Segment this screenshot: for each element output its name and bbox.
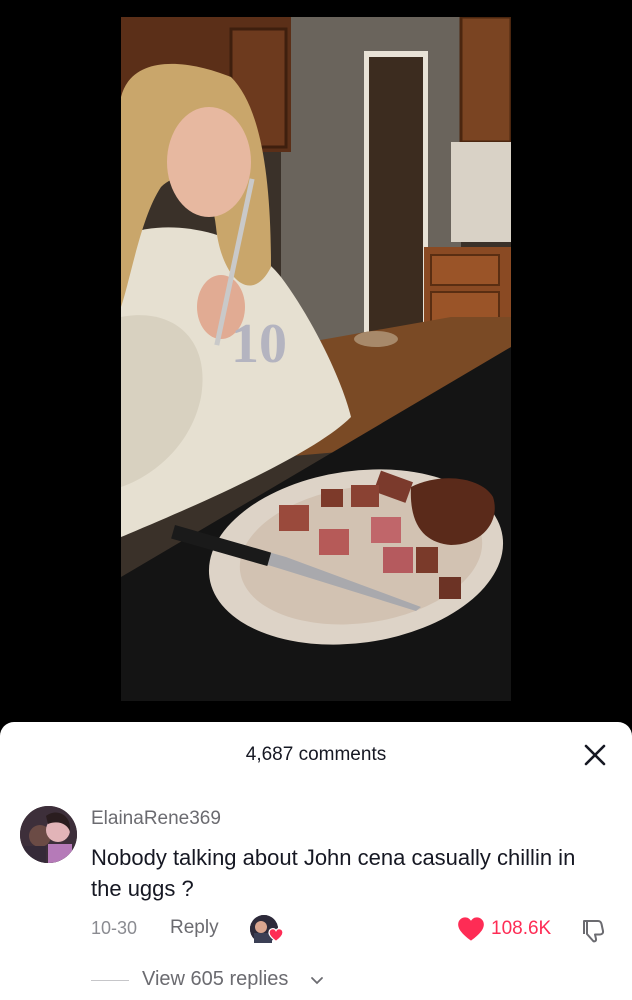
- like-count: 108.6K: [491, 918, 552, 939]
- chevron-down-icon: [310, 973, 324, 991]
- avatar[interactable]: [20, 806, 77, 863]
- comment-text: Nobody talking about John cena casually …: [91, 845, 576, 901]
- close-icon[interactable]: [582, 742, 608, 768]
- replies-divider: [91, 980, 129, 981]
- svg-text:10: 10: [231, 313, 287, 375]
- comment-date: 10-30: [91, 918, 138, 938]
- dislike-icon[interactable]: [579, 916, 607, 944]
- video-player[interactable]: 10: [121, 17, 511, 701]
- heart-icon: [457, 916, 485, 947]
- comments-sheet: 4,687 comments ElainaRene369 Nobody talk…: [0, 722, 632, 1000]
- creator-heart-icon: [268, 927, 284, 947]
- video-frame-image: 10: [121, 17, 511, 701]
- comment-meta-row: 10-30 Reply 108.6K: [91, 915, 611, 943]
- comments-count-title: 4,687 comments: [245, 744, 387, 765]
- comment-username[interactable]: ElainaRene369: [91, 808, 221, 830]
- reply-button[interactable]: Reply: [170, 917, 219, 939]
- creator-liked-avatar: [250, 915, 284, 943]
- view-replies-label: View 605 replies: [142, 968, 289, 990]
